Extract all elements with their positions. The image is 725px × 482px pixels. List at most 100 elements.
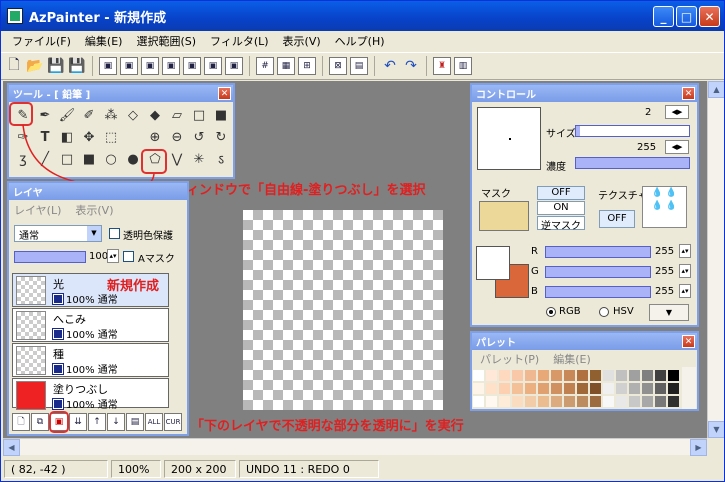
chevron-down-icon[interactable]: ▼ xyxy=(87,226,101,241)
palette-swatch[interactable] xyxy=(537,369,550,382)
palette-scrollbar[interactable] xyxy=(682,367,696,409)
g-label: G xyxy=(531,266,539,277)
palette-swatch[interactable] xyxy=(602,369,615,382)
new-layer-icon[interactable]: 🗋 xyxy=(12,413,30,431)
palette-swatch[interactable] xyxy=(654,382,667,395)
b-slider[interactable] xyxy=(545,286,651,298)
mask-color-swatch[interactable] xyxy=(479,201,529,231)
rgb-radio[interactable] xyxy=(546,307,556,317)
palette-swatch[interactable] xyxy=(524,369,537,382)
palette-swatch[interactable] xyxy=(511,382,524,395)
palette-swatch[interactable] xyxy=(615,395,628,408)
layer-menu-view[interactable]: 表示(V) xyxy=(75,202,113,218)
palette-swatch[interactable] xyxy=(667,395,680,408)
palette-swatch[interactable] xyxy=(576,369,589,382)
g-slider[interactable] xyxy=(545,266,651,278)
palette-swatch[interactable] xyxy=(498,369,511,382)
palette-panel-close-icon[interactable]: ✕ xyxy=(682,335,695,348)
hsv-radio[interactable] xyxy=(599,307,609,317)
palette-swatch[interactable] xyxy=(563,369,576,382)
layer-row[interactable]: へこみ 100% 通常 xyxy=(12,308,169,342)
palette-swatch[interactable] xyxy=(498,382,511,395)
palette-swatch[interactable] xyxy=(524,382,537,395)
palette-swatch[interactable] xyxy=(654,369,667,382)
layer-visible-icon[interactable] xyxy=(52,327,64,340)
layer-up-icon[interactable]: ↑ xyxy=(88,413,106,431)
palette-swatch[interactable] xyxy=(524,395,537,408)
palette-swatch[interactable] xyxy=(498,395,511,408)
palette-swatch[interactable] xyxy=(485,395,498,408)
palette-swatch[interactable] xyxy=(550,395,563,408)
palette-swatch[interactable] xyxy=(615,369,628,382)
palette-swatch[interactable] xyxy=(472,382,485,395)
palette-swatch[interactable] xyxy=(472,369,485,382)
palette-swatch[interactable] xyxy=(511,395,524,408)
mask-on-button[interactable]: ON xyxy=(537,201,585,215)
palette-swatch[interactable] xyxy=(628,382,641,395)
palette-swatch[interactable] xyxy=(628,369,641,382)
layer-props-icon[interactable]: ▤ xyxy=(126,413,144,431)
palette-swatch[interactable] xyxy=(667,382,680,395)
layer-down-icon[interactable]: ↓ xyxy=(107,413,125,431)
mask-reverse-button[interactable]: 逆マスク xyxy=(537,216,585,232)
palette-swatch[interactable] xyxy=(485,382,498,395)
status-size: 200 x 200 xyxy=(164,460,236,478)
palette-swatch[interactable] xyxy=(576,382,589,395)
palette-swatch[interactable] xyxy=(602,382,615,395)
texture-button[interactable]: OFF xyxy=(599,210,635,228)
palette-menu-edit[interactable]: 編集(E) xyxy=(553,351,591,367)
palette-swatch[interactable] xyxy=(563,395,576,408)
palette-swatch[interactable] xyxy=(537,395,550,408)
color-mode-dropdown-icon[interactable]: ▼ xyxy=(649,304,689,321)
copy-layer-icon[interactable]: ⧉ xyxy=(31,413,49,431)
palette-swatch[interactable] xyxy=(589,369,602,382)
opacity-spinner[interactable]: ▴▾ xyxy=(107,249,119,263)
r-slider[interactable] xyxy=(545,246,651,258)
palette-swatch[interactable] xyxy=(654,395,667,408)
palette-swatch[interactable] xyxy=(550,369,563,382)
palette-swatch[interactable] xyxy=(641,395,654,408)
r-value: 255 xyxy=(655,246,675,257)
palette-swatch[interactable] xyxy=(602,395,615,408)
palette-swatch[interactable] xyxy=(641,369,654,382)
layer-row[interactable]: 種 100% 通常 xyxy=(12,343,169,377)
size-spinner[interactable]: ◀▶ xyxy=(665,105,689,119)
control-panel-close-icon[interactable]: ✕ xyxy=(682,87,695,100)
merge-down-icon[interactable]: ⇊ xyxy=(69,413,87,431)
layer-row[interactable]: 塗りつぶし 100% 通常 xyxy=(12,378,169,411)
palette-swatch[interactable] xyxy=(589,382,602,395)
mask-off-button[interactable]: OFF xyxy=(537,186,585,200)
foreground-color-swatch[interactable] xyxy=(476,246,510,280)
b-spinner[interactable]: ▴▾ xyxy=(679,284,691,298)
layer-visible-icon[interactable] xyxy=(52,397,64,410)
texture-preview[interactable]: 💧 💧 💧 💧 xyxy=(642,186,687,228)
palette-menu-palette[interactable]: パレット(P) xyxy=(480,351,539,367)
all-button[interactable]: ALL xyxy=(145,413,163,431)
palette-swatch[interactable] xyxy=(472,395,485,408)
size-slider[interactable] xyxy=(575,125,690,137)
density-slider[interactable] xyxy=(575,157,690,169)
blend-mode-select[interactable]: 通常 ▼ xyxy=(14,225,102,242)
r-spinner[interactable]: ▴▾ xyxy=(679,244,691,258)
g-spinner[interactable]: ▴▾ xyxy=(679,264,691,278)
palette-swatch[interactable] xyxy=(589,395,602,408)
palette-grid[interactable] xyxy=(472,369,680,409)
palette-swatch[interactable] xyxy=(511,369,524,382)
palette-swatch[interactable] xyxy=(615,382,628,395)
layer-visible-icon[interactable] xyxy=(52,292,64,305)
opacity-slider[interactable] xyxy=(14,251,86,263)
palette-swatch[interactable] xyxy=(563,382,576,395)
palette-swatch[interactable] xyxy=(667,369,680,382)
palette-swatch[interactable] xyxy=(628,395,641,408)
palette-swatch[interactable] xyxy=(550,382,563,395)
protect-alpha-checkbox[interactable] xyxy=(109,228,120,239)
palette-swatch[interactable] xyxy=(576,395,589,408)
palette-swatch[interactable] xyxy=(641,382,654,395)
layer-visible-icon[interactable] xyxy=(52,362,64,375)
palette-swatch[interactable] xyxy=(485,369,498,382)
layer-menu-layer[interactable]: レイヤ(L) xyxy=(14,202,61,218)
amask-checkbox[interactable] xyxy=(123,251,134,262)
density-spinner[interactable]: ◀▶ xyxy=(665,140,689,154)
palette-swatch[interactable] xyxy=(537,382,550,395)
cur-button[interactable]: CUR xyxy=(164,413,182,431)
